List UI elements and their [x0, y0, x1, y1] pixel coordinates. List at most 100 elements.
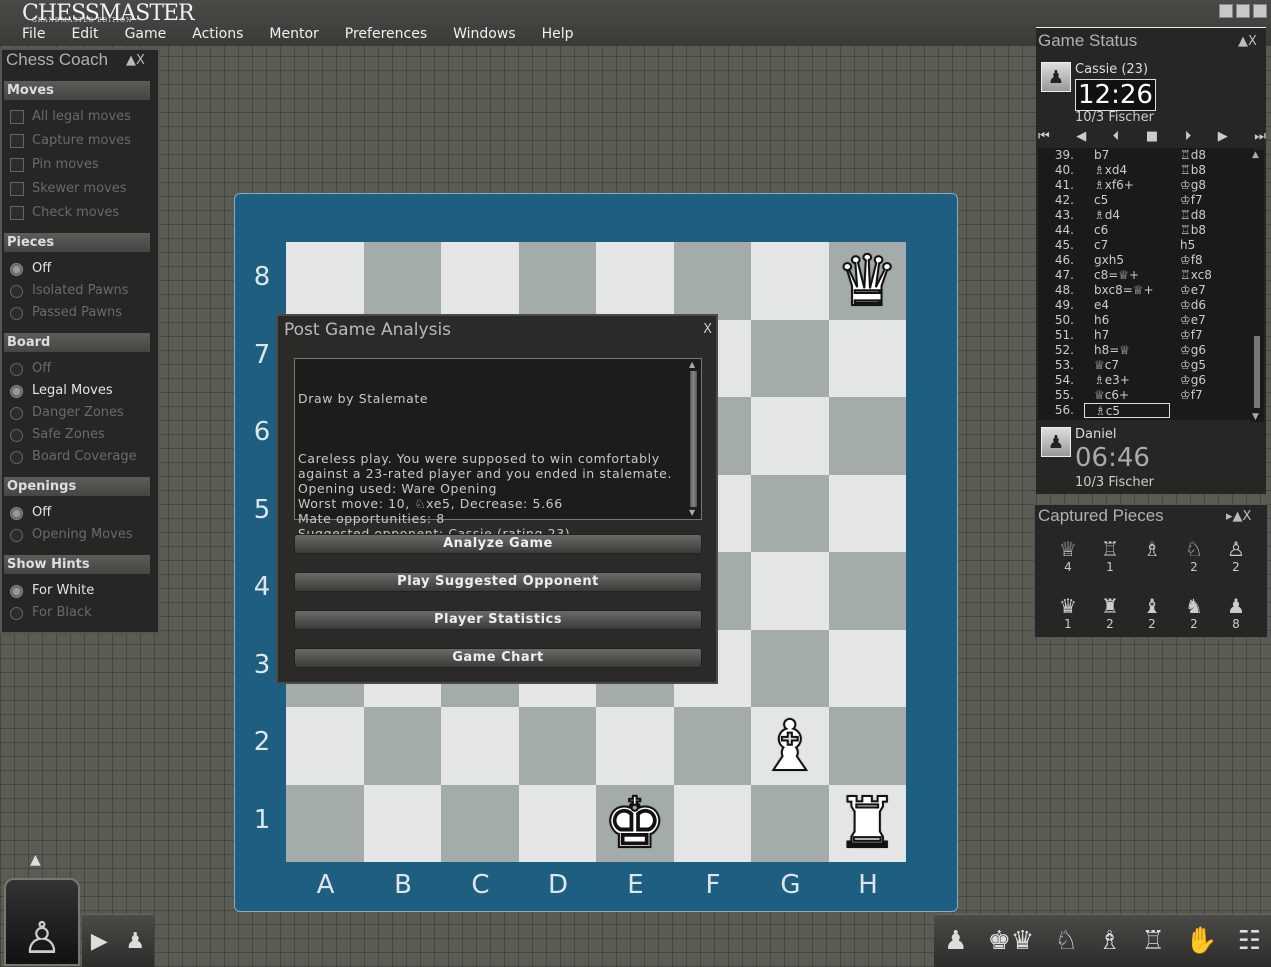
black-move[interactable]: ♔g6: [1180, 343, 1250, 358]
radio-selected[interactable]: [10, 262, 23, 276]
option-safe-zones[interactable]: Safe Zones: [10, 425, 105, 445]
black-move[interactable]: [1170, 403, 1240, 418]
square-g5[interactable]: [751, 474, 829, 552]
option-danger-zones[interactable]: Danger Zones: [10, 403, 124, 423]
player-statistics-button[interactable]: Player Statistics: [294, 610, 702, 630]
move-row[interactable]: 54. ♗e3+ ♔g6: [1038, 373, 1253, 388]
white-move[interactable]: c7: [1094, 238, 1180, 253]
play-suggested-opponent-button[interactable]: Play Suggested Opponent: [294, 572, 702, 592]
radio-selected[interactable]: [10, 384, 23, 398]
checkbox[interactable]: [10, 134, 24, 148]
board-icon[interactable]: ☷: [1238, 926, 1261, 956]
option-hints-white[interactable]: For White: [10, 581, 94, 601]
king-queen-icon[interactable]: ♚♛: [988, 926, 1035, 956]
square-g3[interactable]: [751, 629, 829, 707]
option-skewer-moves[interactable]: Skewer moves: [10, 179, 127, 199]
move-row[interactable]: 44. c6 ♖b8: [1038, 223, 1253, 238]
square-f8[interactable]: [673, 242, 751, 320]
white-move[interactable]: ♕c7: [1094, 358, 1180, 373]
square-f2[interactable]: [673, 707, 751, 785]
pawn-icon[interactable]: ♟: [125, 929, 145, 954]
white-move[interactable]: bxc8=♕+: [1094, 283, 1180, 298]
chess-piece[interactable]: ♛: [835, 245, 900, 317]
square-a2[interactable]: [286, 707, 364, 785]
restore-icon[interactable]: [1236, 4, 1250, 18]
white-move[interactable]: ♕c6+: [1094, 388, 1180, 403]
square-e8[interactable]: [596, 242, 674, 320]
square-e1[interactable]: ♚: [596, 784, 674, 862]
player-avatar[interactable]: ♙: [4, 878, 80, 966]
square-h5[interactable]: [828, 474, 906, 552]
bishop-icon[interactable]: ♗: [1098, 926, 1121, 956]
white-move[interactable]: c6: [1094, 223, 1180, 238]
square-g6[interactable]: [751, 397, 829, 475]
option-passed-pawns[interactable]: Passed Pawns: [10, 303, 122, 323]
step-forward-icon[interactable]: ⏵: [1185, 129, 1192, 144]
white-move[interactable]: c8=♕+: [1094, 268, 1180, 283]
black-move[interactable]: ♖b8: [1180, 223, 1250, 238]
black-move[interactable]: ♔f8: [1180, 253, 1250, 268]
move-row[interactable]: 50. h6 ♔e7: [1038, 313, 1253, 328]
game-status-controls[interactable]: ▲X: [1238, 34, 1257, 49]
square-g1[interactable]: [751, 784, 829, 862]
square-b2[interactable]: [363, 707, 441, 785]
square-b8[interactable]: [363, 242, 441, 320]
square-h4[interactable]: [828, 552, 906, 630]
move-row[interactable]: 40. ♗xd4 ♖b8: [1038, 163, 1253, 178]
checkbox[interactable]: [10, 110, 24, 124]
black-move[interactable]: ♔e7: [1180, 283, 1250, 298]
square-b1[interactable]: [363, 784, 441, 862]
knight-icon[interactable]: ♘: [1054, 926, 1077, 956]
square-c8[interactable]: [441, 242, 519, 320]
square-h6[interactable]: [828, 397, 906, 475]
radio-selected[interactable]: [10, 506, 23, 520]
black-move[interactable]: ♖xc8: [1180, 268, 1250, 283]
move-row[interactable]: 48. bxc8=♕+ ♔e7: [1038, 283, 1253, 298]
white-move[interactable]: h8=♕: [1094, 343, 1180, 358]
square-d2[interactable]: [518, 707, 596, 785]
square-a8[interactable]: [286, 242, 364, 320]
move-row[interactable]: 56. ♗c5: [1038, 403, 1253, 418]
rook-icon[interactable]: ♖: [1141, 926, 1164, 956]
radio[interactable]: [10, 606, 23, 620]
black-move[interactable]: ♔g8: [1180, 178, 1250, 193]
black-move[interactable]: ♔d6: [1180, 298, 1250, 313]
radio-selected[interactable]: [10, 584, 23, 598]
prev-move-icon[interactable]: ◀: [1076, 129, 1086, 144]
menu-mentor[interactable]: Mentor: [269, 26, 318, 42]
move-list-scrollbar[interactable]: ▲ ▼: [1250, 150, 1264, 422]
checkbox[interactable]: [10, 182, 24, 196]
square-g7[interactable]: [751, 319, 829, 397]
move-row[interactable]: 47. c8=♕+ ♖xc8: [1038, 268, 1253, 283]
black-move[interactable]: ♖d8: [1180, 208, 1250, 223]
white-move[interactable]: ♗xd4: [1094, 163, 1180, 178]
analyze-game-button[interactable]: Analyze Game: [294, 534, 702, 554]
option-all-legal-moves[interactable]: All legal moves: [10, 107, 131, 127]
next-move-icon[interactable]: ▶: [1218, 129, 1228, 144]
option-pieces-off[interactable]: Off: [10, 259, 51, 279]
white-move[interactable]: ♗c5: [1084, 403, 1170, 418]
radio[interactable]: [10, 362, 23, 376]
move-list[interactable]: 39. b7 ♖d8 40. ♗xd4 ♖b8 41. ♗xf6+ ♔g8 42. c5 ♔f7 43.…: [1038, 148, 1253, 420]
square-h1[interactable]: ♜: [828, 784, 906, 862]
move-row[interactable]: 45. c7 h5: [1038, 238, 1253, 253]
radio[interactable]: [10, 528, 23, 542]
option-board-coverage[interactable]: Board Coverage: [10, 447, 137, 467]
square-c2[interactable]: [441, 707, 519, 785]
black-move[interactable]: ♔f7: [1180, 388, 1250, 403]
square-g2[interactable]: ♝: [751, 707, 829, 785]
first-move-icon[interactable]: ⏮: [1038, 129, 1050, 144]
square-e2[interactable]: [596, 707, 674, 785]
square-d1[interactable]: [518, 784, 596, 862]
move-row[interactable]: 39. b7 ♖d8: [1038, 148, 1253, 163]
option-opening-moves[interactable]: Opening Moves: [10, 525, 133, 545]
play-icon[interactable]: ▶: [91, 929, 108, 954]
black-move[interactable]: ♔e7: [1180, 313, 1250, 328]
radio[interactable]: [10, 428, 23, 442]
move-row[interactable]: 55. ♕c6+ ♔f7: [1038, 388, 1253, 403]
black-move[interactable]: ♖d8: [1180, 148, 1250, 163]
option-hints-black[interactable]: For Black: [10, 603, 92, 623]
option-isolated-pawns[interactable]: Isolated Pawns: [10, 281, 128, 301]
black-move[interactable]: ♖b8: [1180, 163, 1250, 178]
dialog-close-button[interactable]: X: [703, 322, 712, 337]
